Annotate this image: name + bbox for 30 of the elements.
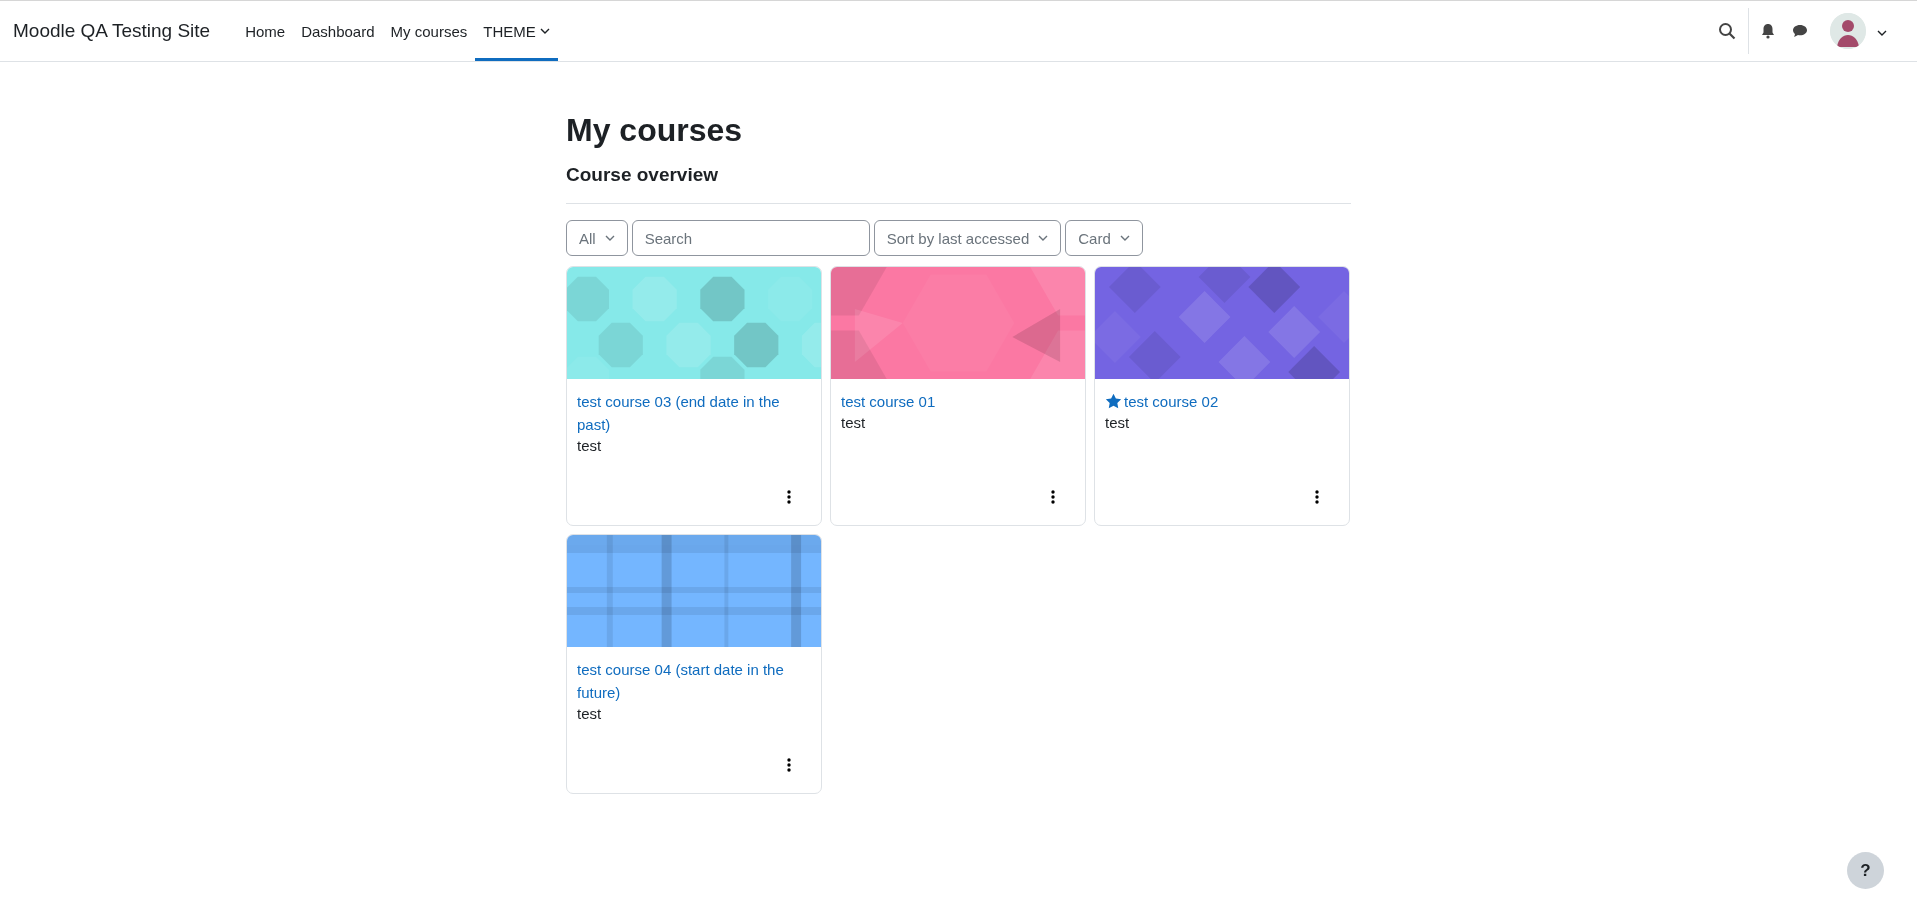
course-link[interactable]: test course 03 (end date in the past) <box>577 390 809 436</box>
vertical-dots-icon[interactable] <box>1315 490 1319 504</box>
course-category: test <box>577 704 603 724</box>
page-title: My courses <box>566 111 744 150</box>
vertical-dots-icon[interactable] <box>787 490 791 504</box>
nav-tab[interactable]: Home <box>237 4 294 61</box>
course-link[interactable]: test course 04 (start date in the future) <box>577 658 809 704</box>
view-dropdown[interactable]: Card <box>1065 220 1143 256</box>
vertical-dots-icon[interactable] <box>1051 490 1055 504</box>
caret-icon <box>1038 235 1049 241</box>
search-icon[interactable] <box>1718 22 1736 40</box>
nav-tab[interactable]: Dashboard <box>293 4 383 61</box>
course-link[interactable]: test course 02 <box>1105 390 1337 413</box>
filter-dropdown[interactable]: All <box>566 220 628 256</box>
course-category: test <box>577 436 603 456</box>
caret-icon <box>1119 235 1130 241</box>
nav-tab[interactable]: My courses <box>382 4 476 61</box>
section-heading: Course overview <box>566 163 720 187</box>
vertical-dots-icon[interactable] <box>787 758 791 772</box>
sort-dropdown[interactable]: Sort by last accessed <box>873 220 1062 256</box>
site-name[interactable]: Moodle QA Testing Site <box>13 20 211 42</box>
search-field[interactable]: Search <box>631 220 870 256</box>
chat-bubble-icon[interactable] <box>1792 24 1808 38</box>
help-button[interactable]: ? <box>1847 852 1884 889</box>
caret-icon <box>604 235 615 241</box>
nav-tab[interactable]: THEME <box>475 4 558 61</box>
bell-icon[interactable] <box>1761 23 1775 39</box>
course-category: test <box>1105 413 1131 433</box>
course-category: test <box>841 413 867 433</box>
course-link[interactable]: test course 01 <box>841 390 1073 413</box>
